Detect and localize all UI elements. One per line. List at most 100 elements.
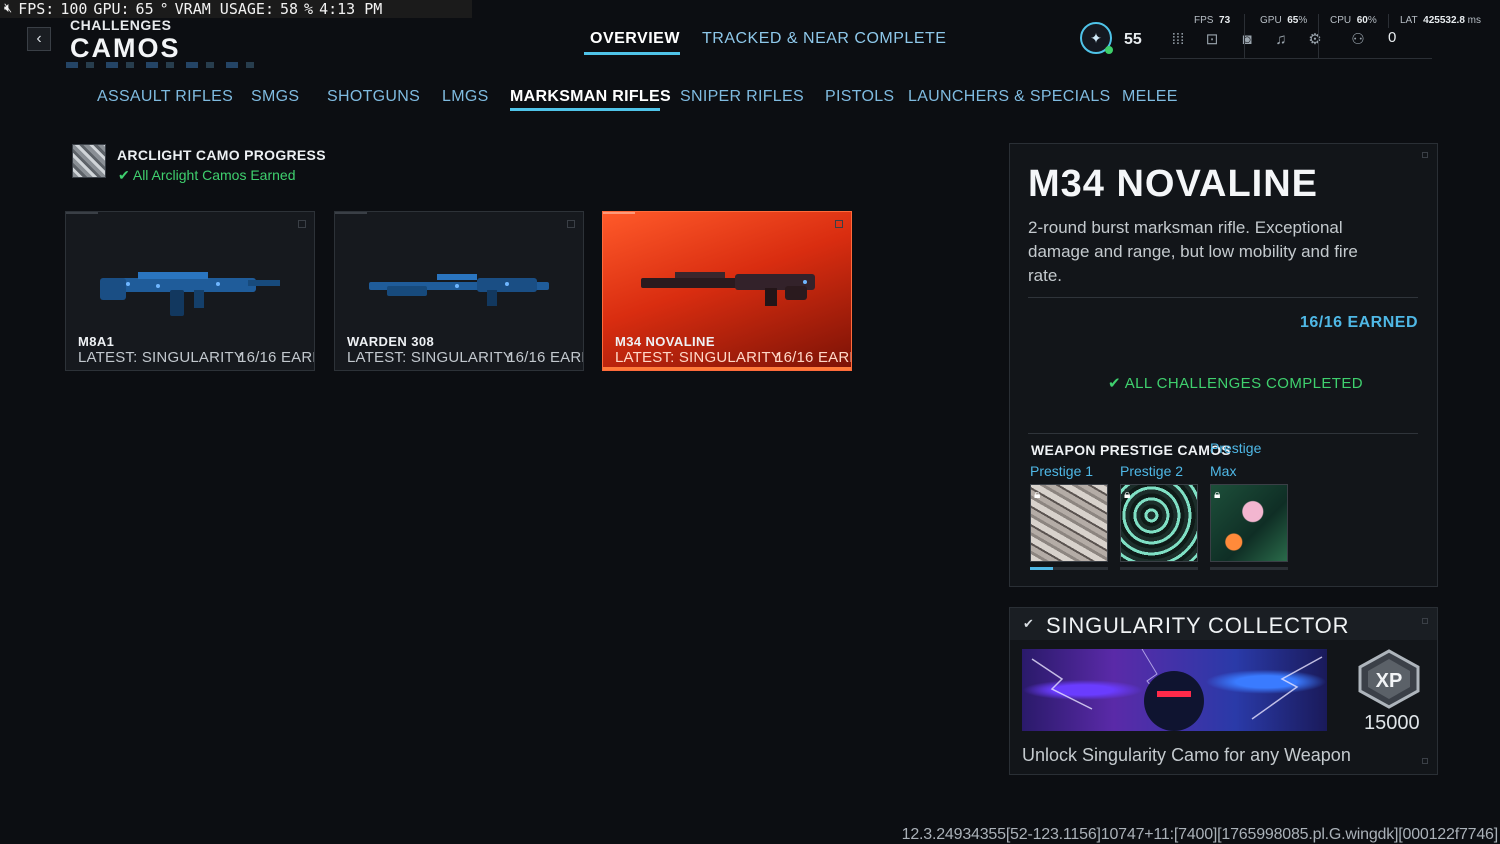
category-shotguns[interactable]: SHOTGUNS — [327, 88, 420, 106]
title-glitch-decoration — [66, 62, 266, 68]
divider — [1028, 297, 1418, 298]
reward-xp-amount: 15000 — [1364, 712, 1420, 734]
arclight-progress-title: ARCLIGHT CAMO PROGRESS — [117, 147, 326, 163]
lock-icon: 🔒︎ — [1214, 487, 1221, 501]
category-sniper-rifles[interactable]: SNIPER RIFLES — [680, 88, 804, 106]
prestige-max-label: Max — [1210, 463, 1237, 479]
prestige-emblem-icon: ✦ — [1090, 29, 1102, 46]
card-top-accent — [335, 212, 367, 214]
category-lmgs[interactable]: LMGS — [442, 88, 489, 106]
hud-gpu-label: GPU — [1260, 15, 1282, 26]
build-version-string: 12.3.24934355[52-123.1156]10747+11:[7400… — [901, 826, 1499, 843]
weapon-description: 2-round burst marksman rifle. Exceptiona… — [1028, 218, 1358, 285]
overlay-gpu-unit: ° — [159, 0, 169, 18]
marksman-rifle-image — [369, 274, 549, 306]
grid-icon[interactable]: ⁞⁞⁞ — [1168, 30, 1188, 48]
panel-corner-mark — [1422, 152, 1428, 158]
hud-latency-stat: LAT 425532.8 ms — [1400, 15, 1481, 26]
singularity-calling-card-image — [1022, 649, 1327, 731]
checkmark-icon: ✔ — [1023, 616, 1034, 631]
weapon-name: WARDEN 308 — [347, 334, 435, 349]
hud-cpu-unit: % — [1367, 15, 1377, 26]
arclight-camo-thumbnail — [72, 144, 106, 178]
weapon-progress: LATEST: SINGULARITY16/16 EARNED — [347, 349, 583, 366]
card-top-accent — [66, 212, 98, 214]
category-melee[interactable]: MELEE — [1122, 88, 1178, 106]
arclight-status-text: All Arclight Camos Earned — [132, 167, 296, 183]
lock-icon: 🔒︎ — [1034, 487, 1041, 501]
category-marksman-rifles[interactable]: MARKSMAN RIFLES — [510, 88, 671, 106]
weapon-name: M34 NOVALINE — [615, 334, 715, 349]
prestige-2-camo-tile[interactable]: 🔒︎ — [1120, 484, 1198, 562]
overlay-gpu-value: 65 — [135, 0, 154, 18]
unlock-icon[interactable]: ⊡ — [1202, 30, 1222, 48]
back-button[interactable]: ‹ — [27, 27, 51, 51]
category-launchers-specials[interactable]: LAUNCHERS & SPECIALS — [908, 88, 1111, 106]
active-category-indicator — [510, 108, 660, 111]
weapon-latest-camo: LATEST: SINGULARITY — [347, 349, 514, 366]
hud-separator — [1244, 14, 1245, 58]
speaker-muted-icon: 🔇︎ — [4, 1, 13, 16]
weapon-card-warden-308[interactable]: WARDEN 308 LATEST: SINGULARITY16/16 EARN… — [334, 211, 584, 371]
overlay-fps-value: 100 — [60, 0, 88, 18]
category-pistols[interactable]: PISTOLS — [825, 88, 894, 106]
tab-tracked-near-complete[interactable]: TRACKED & NEAR COMPLETE — [702, 30, 946, 48]
overlay-clock: 4:13 PM — [319, 0, 383, 18]
overlay-gpu-label: GPU: — [93, 0, 130, 18]
card-corner-mark — [298, 220, 306, 228]
hud-cpu-label: CPU — [1330, 15, 1352, 26]
weapon-earned-count: 16/16 EARNED — [238, 349, 314, 366]
prestige-2-label: Prestige 2 — [1120, 463, 1184, 479]
weapon-progress: LATEST: SINGULARITY16/16 EARNED — [78, 349, 314, 366]
panel-corner-mark — [1422, 758, 1428, 764]
weapon-latest-camo: LATEST: SINGULARITY — [615, 349, 782, 366]
overlay-vram-value: 58 — [279, 0, 299, 18]
weapon-earned-count: 16/16 EARNED — [775, 349, 851, 366]
weapon-latest-camo: LATEST: SINGULARITY — [78, 349, 245, 366]
prestige-1-progress-fill — [1030, 567, 1053, 570]
online-status-dot — [1105, 46, 1113, 54]
panel-corner-mark — [1422, 618, 1428, 624]
hud-fps-value: 73 — [1219, 15, 1231, 26]
xp-badge-label: XP — [1376, 670, 1403, 692]
weapon-progress: LATEST: SINGULARITY16/16 EARNED — [615, 349, 851, 366]
camera-icon[interactable]: ◙ — [1237, 30, 1257, 48]
hud-lat-unit: ms — [1467, 15, 1482, 26]
category-smgs[interactable]: SMGS — [251, 88, 299, 106]
weapon-card-m34-novaline[interactable]: M34 NOVALINE LATEST: SINGULARITY16/16 EA… — [602, 211, 852, 371]
lightning-art — [1031, 649, 1323, 731]
card-top-accent — [603, 212, 635, 214]
checkmark-icon: ✔ — [1108, 375, 1121, 392]
challenges-completed-text: ALL CHALLENGES COMPLETED — [1124, 375, 1364, 392]
hud-cpu-value: 60 — [1356, 15, 1368, 26]
reward-title: SINGULARITY COLLECTOR — [1046, 613, 1350, 638]
hud-divider — [1160, 58, 1432, 59]
weapon-detail-title: M34 NOVALINE — [1028, 163, 1319, 205]
card-corner-mark — [835, 220, 843, 228]
breadcrumb: CHALLENGES — [70, 17, 172, 33]
hud-lat-label: LAT — [1400, 15, 1418, 26]
assault-rifle-image — [100, 272, 280, 316]
party-count: 0 — [1388, 29, 1397, 46]
marksman-rifle-image — [641, 272, 815, 306]
challenges-completed-status: ✔ ALL CHALLENGES COMPLETED — [1108, 374, 1363, 392]
chevron-left-icon: ‹ — [36, 30, 42, 47]
lock-icon: 🔒︎ — [1124, 487, 1131, 501]
gear-icon[interactable]: ⚙ — [1305, 30, 1325, 48]
arclight-status: ✔ All Arclight Camos Earned — [118, 167, 296, 184]
category-assault-rifles[interactable]: ASSAULT RIFLES — [97, 88, 233, 106]
tab-overview[interactable]: OVERVIEW — [590, 30, 680, 48]
prestige-1-camo-tile[interactable]: 🔒︎ — [1030, 484, 1108, 562]
weapon-name: M8A1 — [78, 334, 115, 349]
overlay-fps-label: FPS: — [18, 0, 55, 18]
overlay-vram-unit: % — [304, 0, 314, 18]
camo-earned-count: 16/16 EARNED — [1299, 314, 1418, 331]
party-icon[interactable]: ⚇ — [1348, 30, 1368, 48]
prestige-max-camo-tile[interactable]: 🔒︎ — [1210, 484, 1288, 562]
bell-icon[interactable]: ♫ — [1271, 30, 1291, 48]
hud-separator — [1318, 14, 1319, 58]
card-corner-mark — [567, 220, 575, 228]
prestige-max-progress-track — [1210, 567, 1288, 570]
weapon-card-m8a1[interactable]: M8A1 LATEST: SINGULARITY16/16 EARNED — [65, 211, 315, 371]
checkmark-icon: ✔ — [118, 167, 130, 183]
